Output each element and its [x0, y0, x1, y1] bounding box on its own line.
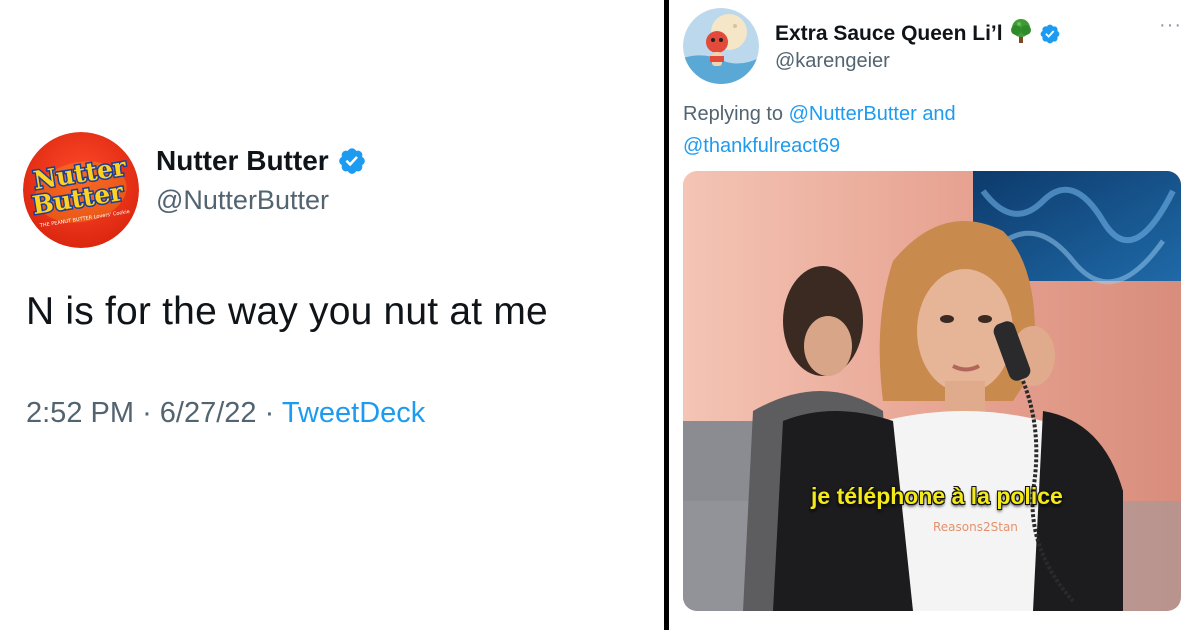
- separator: ·: [264, 397, 275, 429]
- replying-to: Replying to @NutterButter and @thankfulr…: [683, 98, 1023, 162]
- tweet-media-image[interactable]: Reasons2Stan je téléphone à la police: [683, 171, 1181, 611]
- media-caption: je téléphone à la police: [811, 483, 1063, 509]
- verified-badge-icon: [337, 146, 367, 176]
- username[interactable]: @NutterButter: [156, 185, 329, 216]
- separator: ·: [142, 397, 152, 429]
- user-avatar[interactable]: [683, 8, 759, 84]
- tweet-time[interactable]: 2:52 PM: [26, 397, 134, 429]
- display-name-text: Extra Sauce Queen Li’l: [775, 22, 1003, 45]
- display-name-text: Nutter Butter: [156, 145, 329, 176]
- left-tweet-screenshot: Nutter Butter THE PEANUT BUTTER Lovers' …: [0, 0, 664, 630]
- display-name[interactable]: Extra Sauce Queen Li’l: [775, 18, 1061, 50]
- right-tweet-screenshot: Extra Sauce Queen Li’l @karengeier ··· R…: [669, 0, 1200, 630]
- username[interactable]: @karengeier: [775, 50, 890, 73]
- tweet-date[interactable]: 6/27/22: [160, 397, 257, 429]
- reply-and: and: [922, 103, 956, 125]
- more-options-icon[interactable]: ···: [1159, 14, 1182, 37]
- tree-emoji-icon: [1009, 18, 1033, 50]
- tweet-text: N is for the way you nut at me: [26, 290, 548, 333]
- media-watermark: Reasons2Stan: [933, 520, 1018, 534]
- verified-badge-icon: [1039, 23, 1061, 45]
- reply-prefix: Replying to: [683, 103, 784, 125]
- tweet-meta: 2:52 PM · 6/27/22 · TweetDeck: [26, 397, 425, 430]
- display-name[interactable]: Nutter Butter: [156, 145, 367, 177]
- nutter-butter-avatar[interactable]: Nutter Butter THE PEANUT BUTTER Lovers' …: [23, 132, 139, 248]
- mention-link-thankfulreact69[interactable]: @thankfulreact69: [683, 135, 840, 157]
- mention-link-nutterbutter[interactable]: @NutterButter: [789, 103, 917, 125]
- tweet-source-link[interactable]: TweetDeck: [282, 397, 425, 429]
